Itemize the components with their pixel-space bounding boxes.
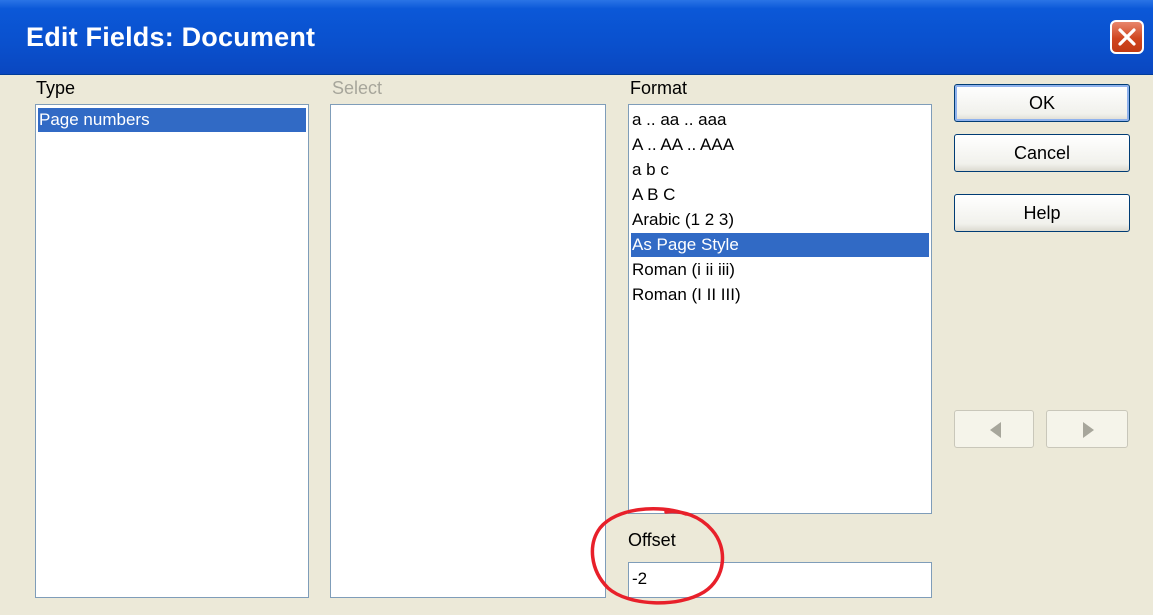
previous-button[interactable] — [954, 410, 1034, 448]
next-button[interactable] — [1046, 410, 1128, 448]
format-listbox[interactable]: a .. aa .. aaa A .. AA .. AAA a b c A B … — [628, 104, 932, 514]
type-label: Type — [36, 78, 76, 98]
title-bar: Edit Fields: Document — [0, 0, 1153, 75]
offset-input[interactable]: -2 — [628, 562, 932, 598]
format-item[interactable]: a b c — [631, 158, 929, 182]
edit-fields-dialog: Edit Fields: Document Type Page numbers … — [0, 0, 1153, 615]
format-item[interactable]: Arabic (1 2 3) — [631, 208, 929, 232]
cancel-button[interactable]: Cancel — [954, 134, 1130, 172]
close-icon — [1118, 28, 1136, 46]
format-item[interactable]: A B C — [631, 183, 929, 207]
format-item[interactable]: Roman (I II III) — [631, 283, 929, 307]
help-button[interactable]: Help — [954, 194, 1130, 232]
select-label: Select — [332, 78, 383, 98]
offset-label: Offset — [628, 530, 676, 550]
ok-button[interactable]: OK — [954, 84, 1130, 122]
format-item[interactable]: Roman (i ii iii) — [631, 258, 929, 282]
type-listbox[interactable]: Page numbers — [35, 104, 309, 598]
arrow-right-icon — [1083, 422, 1094, 438]
format-item[interactable]: A .. AA .. AAA — [631, 133, 929, 157]
close-button[interactable] — [1110, 20, 1144, 54]
format-item[interactable]: a .. aa .. aaa — [631, 108, 929, 132]
arrow-left-icon — [990, 422, 1001, 438]
dialog-title: Edit Fields: Document — [26, 22, 316, 52]
select-listbox[interactable] — [330, 104, 606, 598]
type-item-page-numbers[interactable]: Page numbers — [38, 108, 306, 132]
format-item-selected[interactable]: As Page Style — [631, 233, 929, 257]
format-label: Format — [630, 78, 688, 98]
